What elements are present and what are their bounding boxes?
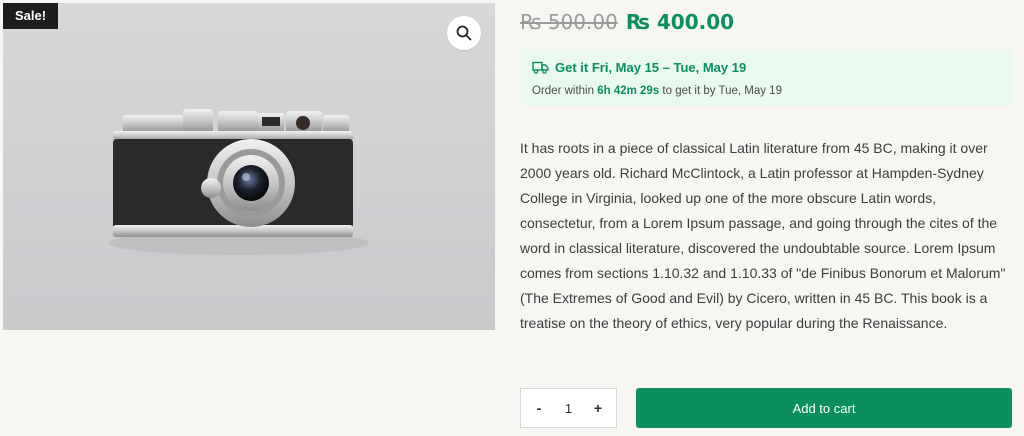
zoom-button[interactable] [447, 16, 481, 50]
delivery-countdown-text: Order within 6h 42m 29s to get it by Tue… [532, 85, 782, 97]
product-gallery: Sale! [3, 3, 495, 330]
quantity-increase-button[interactable]: + [590, 400, 606, 416]
price: ₨ 500.00 ₨ 400.00 [520, 8, 734, 36]
delivery-title-row: Get it Fri, May 15 – Tue, May 19 [532, 60, 746, 75]
quantity-stepper: - + [520, 388, 617, 428]
order-suffix: to get it by Tue, May 19 [662, 85, 782, 97]
product-description: It has roots in a piece of classical Lat… [520, 140, 1006, 331]
product-image [109, 109, 369, 255]
order-prefix: Order within [532, 85, 594, 97]
regular-price: ₨ 500.00 [520, 10, 618, 34]
magnifier-icon [456, 25, 472, 41]
quantity-decrease-button[interactable]: - [531, 400, 547, 416]
sale-price: ₨ 400.00 [625, 10, 735, 34]
add-to-cart-button[interactable]: Add to cart [636, 388, 1012, 428]
sale-badge: Sale! [3, 3, 59, 29]
truck-icon [532, 61, 549, 74]
delivery-title: Get it Fri, May 15 – Tue, May 19 [555, 60, 747, 75]
countdown-timer: 6h 42m 29s [597, 85, 660, 97]
quantity-input[interactable] [551, 399, 586, 417]
delivery-estimate: Get it Fri, May 15 – Tue, May 19 Order w… [520, 49, 1013, 106]
